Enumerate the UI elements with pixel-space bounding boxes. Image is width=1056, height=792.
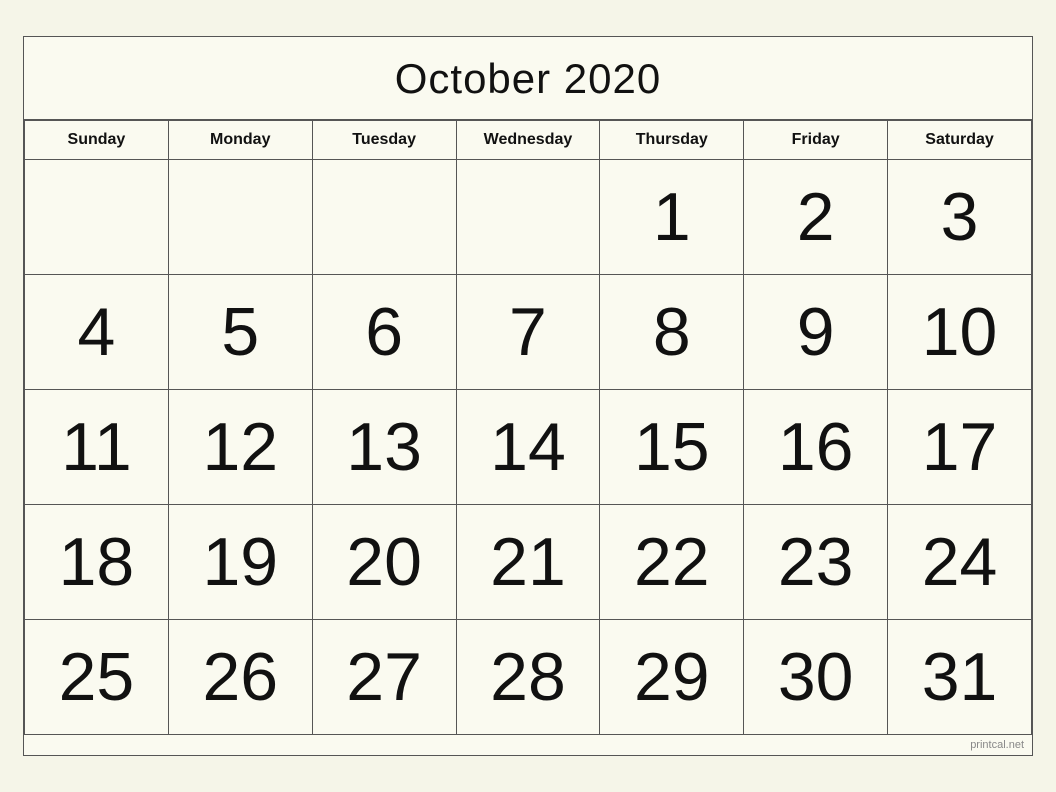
day-header-tuesday: Tuesday — [312, 121, 456, 160]
day-cell-6: 6 — [312, 275, 456, 390]
empty-day-cell — [312, 160, 456, 275]
day-cell-23: 23 — [744, 505, 888, 620]
calendar-title: October 2020 — [24, 37, 1032, 120]
calendar-container: October 2020 SundayMondayTuesdayWednesda… — [23, 36, 1033, 756]
day-cell-7: 7 — [456, 275, 600, 390]
day-cell-10: 10 — [888, 275, 1032, 390]
day-cell-28: 28 — [456, 620, 600, 735]
day-cell-3: 3 — [888, 160, 1032, 275]
day-cell-17: 17 — [888, 390, 1032, 505]
week-row-2: 45678910 — [25, 275, 1032, 390]
day-cell-1: 1 — [600, 160, 744, 275]
day-cell-9: 9 — [744, 275, 888, 390]
day-cell-5: 5 — [168, 275, 312, 390]
day-cell-30: 30 — [744, 620, 888, 735]
day-cell-25: 25 — [25, 620, 169, 735]
day-cell-19: 19 — [168, 505, 312, 620]
day-cell-2: 2 — [744, 160, 888, 275]
day-cell-13: 13 — [312, 390, 456, 505]
day-cell-11: 11 — [25, 390, 169, 505]
day-cell-20: 20 — [312, 505, 456, 620]
week-row-4: 18192021222324 — [25, 505, 1032, 620]
calendar-body: 1234567891011121314151617181920212223242… — [25, 160, 1032, 735]
empty-day-cell — [168, 160, 312, 275]
day-cell-8: 8 — [600, 275, 744, 390]
day-cell-31: 31 — [888, 620, 1032, 735]
day-cell-18: 18 — [25, 505, 169, 620]
day-cell-21: 21 — [456, 505, 600, 620]
day-cell-27: 27 — [312, 620, 456, 735]
day-cell-22: 22 — [600, 505, 744, 620]
day-cell-15: 15 — [600, 390, 744, 505]
day-cell-24: 24 — [888, 505, 1032, 620]
day-cell-14: 14 — [456, 390, 600, 505]
day-header-saturday: Saturday — [888, 121, 1032, 160]
calendar-table: SundayMondayTuesdayWednesdayThursdayFrid… — [24, 120, 1032, 735]
day-cell-4: 4 — [25, 275, 169, 390]
week-row-3: 11121314151617 — [25, 390, 1032, 505]
empty-day-cell — [25, 160, 169, 275]
day-header-thursday: Thursday — [600, 121, 744, 160]
watermark: printcal.net — [24, 735, 1032, 755]
day-cell-16: 16 — [744, 390, 888, 505]
day-cell-29: 29 — [600, 620, 744, 735]
week-row-1: 123 — [25, 160, 1032, 275]
week-row-5: 25262728293031 — [25, 620, 1032, 735]
day-header-wednesday: Wednesday — [456, 121, 600, 160]
day-header-friday: Friday — [744, 121, 888, 160]
day-header-row: SundayMondayTuesdayWednesdayThursdayFrid… — [25, 121, 1032, 160]
empty-day-cell — [456, 160, 600, 275]
day-cell-26: 26 — [168, 620, 312, 735]
day-cell-12: 12 — [168, 390, 312, 505]
day-header-monday: Monday — [168, 121, 312, 160]
day-header-sunday: Sunday — [25, 121, 169, 160]
